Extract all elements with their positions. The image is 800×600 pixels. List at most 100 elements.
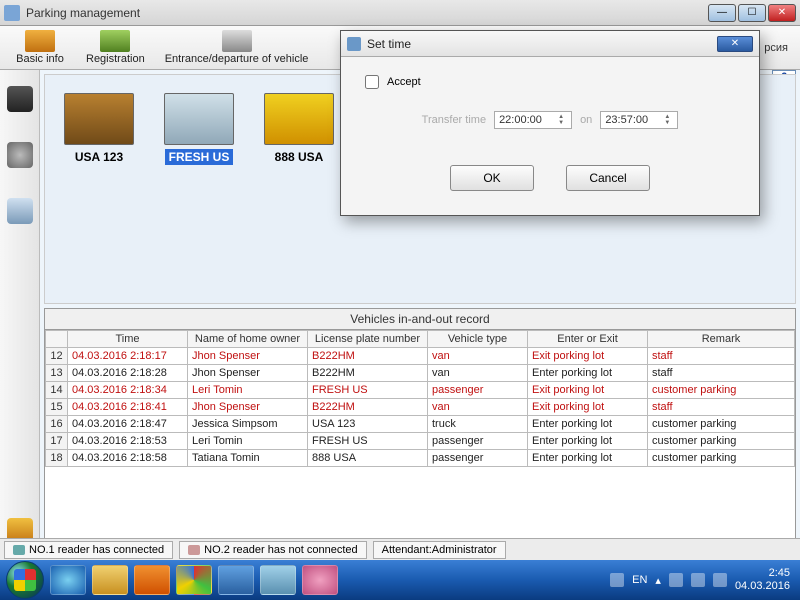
col-time[interactable]: Time bbox=[68, 331, 188, 348]
row-number-header bbox=[46, 331, 68, 348]
row-number: 16 bbox=[46, 416, 68, 433]
cell-direction: Enter porking lot bbox=[528, 433, 648, 450]
reader-icon bbox=[13, 545, 25, 555]
cell-plate: 888 USA bbox=[308, 450, 428, 467]
table-row[interactable]: 1304.03.2016 2:18:28Jhon SpenserB222HMva… bbox=[46, 365, 795, 382]
cell-direction: Exit porking lot bbox=[528, 399, 648, 416]
tray-icon[interactable] bbox=[610, 573, 624, 587]
flag-icon[interactable] bbox=[669, 573, 683, 587]
row-number: 13 bbox=[46, 365, 68, 382]
cell-remark: staff bbox=[648, 348, 795, 365]
cell-direction: Enter porking lot bbox=[528, 450, 648, 467]
maximize-button[interactable]: ☐ bbox=[738, 4, 766, 22]
cancel-button[interactable]: Cancel bbox=[566, 165, 650, 191]
dialog-title: Set time bbox=[367, 37, 717, 51]
cell-vehicle-type: van bbox=[428, 365, 528, 382]
attendant-status: Attendant:Administrator bbox=[373, 541, 506, 559]
spin-down-icon[interactable]: ▼ bbox=[661, 120, 673, 126]
cell-direction: Exit porking lot bbox=[528, 348, 648, 365]
dialog-close-button[interactable]: ✕ bbox=[717, 36, 753, 52]
minimize-button[interactable]: — bbox=[708, 4, 736, 22]
cell-vehicle-type: truck bbox=[428, 416, 528, 433]
time2-input[interactable]: 23:57:00 ▲▼ bbox=[600, 111, 678, 129]
toolbar-label: Basic info bbox=[16, 53, 64, 65]
arrow-right-icon[interactable] bbox=[7, 86, 33, 112]
dialog-icon bbox=[347, 37, 361, 51]
vehicle-image bbox=[64, 93, 134, 145]
cell-direction: Enter porking lot bbox=[528, 365, 648, 382]
action-center-icon[interactable] bbox=[691, 573, 705, 587]
col-owner[interactable]: Name of home owner bbox=[188, 331, 308, 348]
cell-direction: Exit porking lot bbox=[528, 382, 648, 399]
thumbnail-item[interactable]: USA 123 bbox=[59, 93, 139, 165]
vehicle-icon[interactable] bbox=[7, 198, 33, 224]
volume-icon[interactable] bbox=[713, 573, 727, 587]
table-row[interactable]: 1804.03.2016 2:18:58Tatiana Tomin888 USA… bbox=[46, 450, 795, 467]
toolbar-label: Registration bbox=[86, 53, 145, 65]
taskbar-ie-icon[interactable] bbox=[50, 565, 86, 595]
table-row[interactable]: 1404.03.2016 2:18:34Leri TominFRESH USpa… bbox=[46, 382, 795, 399]
cell-vehicle-type: passenger bbox=[428, 450, 528, 467]
table-title: Vehicles in-and-out record bbox=[45, 309, 795, 330]
taskbar-media-icon[interactable] bbox=[134, 565, 170, 595]
left-sidebar bbox=[0, 70, 40, 560]
col-vehicle-type[interactable]: Vehicle type bbox=[428, 331, 528, 348]
close-button[interactable]: ✕ bbox=[768, 4, 796, 22]
taskbar-explorer-icon[interactable] bbox=[92, 565, 128, 595]
table-row[interactable]: 1604.03.2016 2:18:47Jessica SimpsomUSA 1… bbox=[46, 416, 795, 433]
ok-button[interactable]: OK bbox=[450, 165, 534, 191]
thumbnail-caption: USA 123 bbox=[71, 149, 127, 165]
cell-owner: Jhon Spenser bbox=[188, 399, 308, 416]
taskbar-chrome-icon[interactable] bbox=[176, 565, 212, 595]
transfer-time-label: Transfer time bbox=[422, 114, 486, 126]
thumbnail-caption: FRESH US bbox=[165, 149, 234, 165]
reader1-text: NO.1 reader has connected bbox=[29, 544, 164, 556]
reader2-status: NO.2 reader has not connected bbox=[179, 541, 366, 559]
thumbnail-item[interactable]: 888 USA bbox=[259, 93, 339, 165]
time1-value: 22:00:00 bbox=[499, 114, 542, 126]
cell-remark: staff bbox=[648, 365, 795, 382]
table-row[interactable]: 1704.03.2016 2:18:53Leri TominFRESH USpa… bbox=[46, 433, 795, 450]
accept-label: Accept bbox=[387, 76, 421, 88]
table-row[interactable]: 1504.03.2016 2:18:41Jhon SpenserB222HMva… bbox=[46, 399, 795, 416]
reader1-status: NO.1 reader has connected bbox=[4, 541, 173, 559]
cell-time: 04.03.2016 2:18:41 bbox=[68, 399, 188, 416]
speaker-icon[interactable] bbox=[7, 142, 33, 168]
reader2-text: NO.2 reader has not connected bbox=[204, 544, 357, 556]
attendant-text: Attendant:Administrator bbox=[382, 544, 497, 556]
col-plate[interactable]: License plate number bbox=[308, 331, 428, 348]
col-enter-exit[interactable]: Enter or Exit bbox=[528, 331, 648, 348]
start-button[interactable] bbox=[6, 561, 44, 599]
tray-chevron-icon[interactable]: ▴ bbox=[655, 574, 661, 587]
vehicle-image bbox=[264, 93, 334, 145]
row-number: 17 bbox=[46, 433, 68, 450]
row-number: 18 bbox=[46, 450, 68, 467]
dialog-titlebar[interactable]: Set time ✕ bbox=[341, 31, 759, 57]
records-table: Time Name of home owner License plate nu… bbox=[45, 330, 795, 467]
cell-remark: customer parking bbox=[648, 433, 795, 450]
spin-down-icon[interactable]: ▼ bbox=[555, 120, 567, 126]
cell-owner: Leri Tomin bbox=[188, 382, 308, 399]
taskbar-paint-icon[interactable] bbox=[302, 565, 338, 595]
window-titlebar: Parking management — ☐ ✕ bbox=[0, 0, 800, 26]
taskbar-clock[interactable]: 2:45 04.03.2016 bbox=[735, 567, 790, 593]
cell-vehicle-type: van bbox=[428, 399, 528, 416]
cell-remark: customer parking bbox=[648, 382, 795, 399]
time1-input[interactable]: 22:00:00 ▲▼ bbox=[494, 111, 572, 129]
toolbar-overflow-text: рсия bbox=[764, 42, 794, 54]
thumbnail-item[interactable]: FRESH US bbox=[159, 93, 239, 165]
taskbar-app1-icon[interactable] bbox=[218, 565, 254, 595]
clock-time: 2:45 bbox=[735, 567, 790, 580]
taskbar-app2-icon[interactable] bbox=[260, 565, 296, 595]
cell-time: 04.03.2016 2:18:28 bbox=[68, 365, 188, 382]
cell-owner: Jhon Spenser bbox=[188, 365, 308, 382]
cell-time: 04.03.2016 2:18:53 bbox=[68, 433, 188, 450]
toolbar-basic-info[interactable]: Basic info bbox=[6, 28, 74, 67]
toolbar-entrance-departure[interactable]: Entrance/departure of vehicle bbox=[157, 28, 317, 67]
cell-plate: FRESH US bbox=[308, 382, 428, 399]
col-remark[interactable]: Remark bbox=[648, 331, 795, 348]
toolbar-registration[interactable]: Registration bbox=[78, 28, 153, 67]
table-row[interactable]: 1204.03.2016 2:18:17Jhon SpenserB222HMva… bbox=[46, 348, 795, 365]
language-indicator[interactable]: EN bbox=[632, 574, 647, 586]
accept-checkbox[interactable] bbox=[365, 75, 379, 89]
